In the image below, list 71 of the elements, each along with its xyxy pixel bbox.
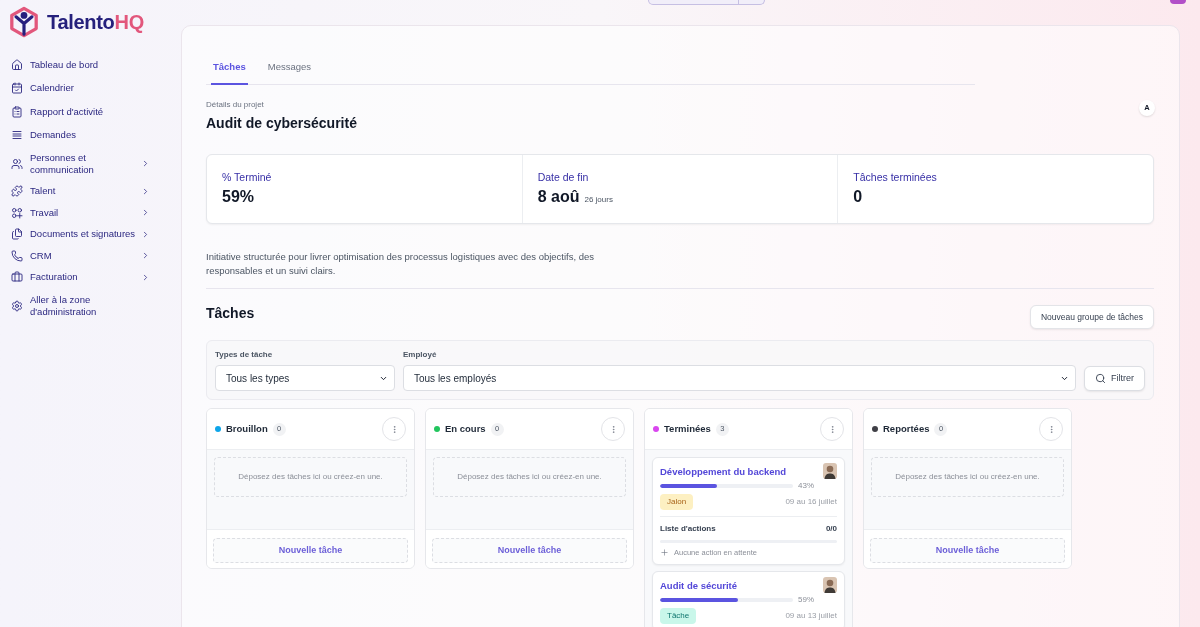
new-task-button[interactable]: Nouvelle tâche [213, 538, 408, 564]
tab[interactable]: Messages [265, 50, 314, 85]
project-title: Audit de cybersécurité [206, 114, 357, 132]
section-title: Tâches [206, 304, 255, 322]
task-dates: 09 au 13 juillet [785, 611, 837, 622]
more-button[interactable] [601, 417, 625, 441]
stat-label: % Terminé [222, 170, 273, 184]
column-title: En cours [445, 421, 486, 436]
avatar-icon [823, 577, 837, 594]
briefcase-icon [11, 271, 23, 284]
settings-icon [11, 299, 23, 312]
shapes-icon [11, 206, 23, 219]
more-button[interactable] [382, 417, 406, 441]
calendar-icon [11, 82, 23, 95]
checklist-count: 0/0 [825, 523, 837, 535]
files-icon [11, 228, 23, 241]
task-tag: Jalon [660, 494, 694, 510]
task-tag: Tâche [660, 608, 697, 625]
nav-link[interactable]: Demandes [0, 123, 181, 147]
stat-value: 0 [853, 187, 863, 207]
nav-link[interactable]: Documents et signatures [0, 223, 181, 245]
task-title[interactable]: Audit de sécurité [660, 579, 738, 593]
stat-value: 8 aoû [537, 187, 580, 207]
people-icon [11, 157, 23, 170]
avatar-icon [823, 463, 837, 479]
clipboard-icon [11, 105, 23, 118]
filter-label: Employé [403, 350, 438, 360]
project-description: Initiative structurée pour livrer optimisation des processus logistiques avec des objectifs, des responsables et un suivi clairs. [206, 250, 596, 278]
stat-label: Tâches terminées [853, 170, 938, 184]
nav-link[interactable]: Personnes et communication [0, 147, 181, 181]
plus-icon[interactable] [660, 548, 669, 558]
more-button[interactable] [1039, 417, 1063, 441]
phone-icon [11, 249, 23, 262]
new-task-button[interactable]: Nouvelle tâche [432, 538, 627, 564]
filter-button[interactable]: Filtrer [1084, 366, 1145, 391]
filter-label: Types de tâche [215, 350, 274, 360]
nav-link[interactable]: Tableau de bord [0, 53, 181, 77]
nav-link[interactable]: Facturation [0, 266, 181, 288]
progress-percent: 59% [798, 594, 814, 607]
select-field[interactable]: Tous les types [215, 365, 395, 391]
stat-label: Date de fin [537, 170, 590, 184]
select-field[interactable]: Tous les employés [403, 365, 1076, 391]
nav-link[interactable]: Calendrier [0, 76, 181, 100]
nav-link[interactable]: Travail [0, 202, 181, 224]
home-icon [11, 58, 23, 71]
nav-link[interactable]: CRM [0, 245, 181, 267]
task-card[interactable]: Audit de sécurité 59% Tâche 09 au 13 juillet [652, 571, 845, 627]
new-group-button[interactable]: Nouveau groupe de tâches [1029, 305, 1154, 329]
column-title: Terminées [664, 421, 711, 436]
nav-link[interactable]: Aller à la zone d'administration [0, 288, 181, 324]
search-icon [1095, 373, 1106, 384]
puzzle-icon [11, 185, 23, 198]
column-title: Brouillon [226, 421, 268, 436]
stat-value: 59% [222, 187, 255, 207]
tab[interactable]: Tâches [211, 50, 248, 85]
task-title[interactable]: Développement du backend [660, 465, 787, 478]
logo-text: TalentoHQ [47, 10, 144, 34]
column-title: Reportées [883, 421, 930, 436]
logo-icon [9, 6, 39, 38]
checklist-label: Liste d'actions [660, 523, 716, 535]
nav-link[interactable]: Rapport d'activité [0, 100, 181, 124]
more-button[interactable] [820, 417, 844, 441]
stat-note: 26 jours [584, 194, 613, 206]
list-icon [11, 129, 23, 142]
progress-percent: 43% [798, 480, 814, 492]
nav-link[interactable]: Talent [0, 180, 181, 202]
segmented-control[interactable] [648, 0, 765, 5]
section-label: Détails du projet [206, 100, 265, 110]
new-task-button[interactable]: Nouvelle tâche [870, 538, 1065, 564]
user-avatar[interactable] [1170, 0, 1186, 4]
task-dates: 09 au 16 juillet [785, 497, 837, 507]
